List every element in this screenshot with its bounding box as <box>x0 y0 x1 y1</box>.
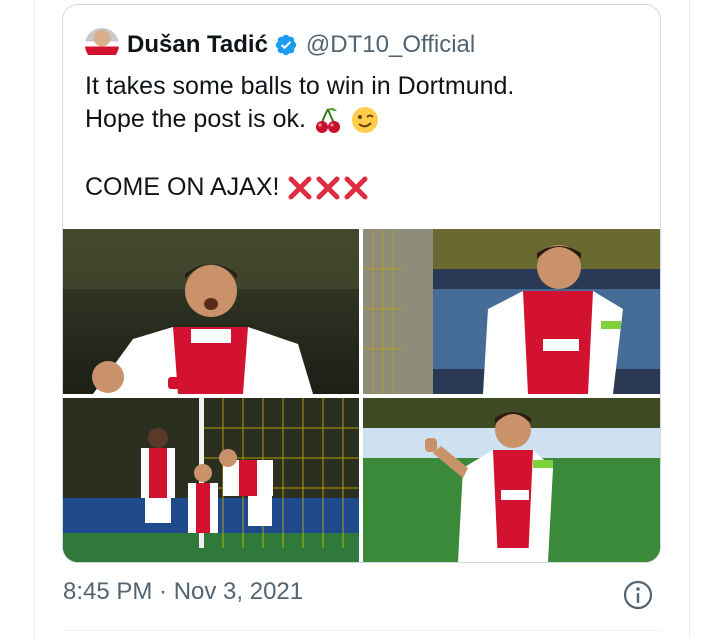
photo-player-celebrating[interactable] <box>63 229 359 394</box>
photo-player-smiling[interactable] <box>363 229 660 394</box>
tweet-line-2: Hope the post is ok. <box>85 103 645 136</box>
paragraph-break <box>85 136 645 171</box>
tweet-text: It takes some balls to win in Dortmund. … <box>85 70 645 204</box>
photo-player-pointing[interactable] <box>363 398 660 562</box>
quoted-tweet-card[interactable]: Dušan Tadić @DT10_Official It takes some… <box>62 4 661 563</box>
photo-team-by-goal[interactable] <box>63 398 359 562</box>
media-grid <box>63 229 660 562</box>
author-display-name[interactable]: Dušan Tadić <box>127 31 268 59</box>
tweet-line-3: COME ON AJAX! <box>85 171 645 204</box>
author-handle[interactable]: @DT10_Official <box>306 31 475 59</box>
tweet-line-2-text: Hope the post is ok. <box>85 105 306 133</box>
cherries-emoji <box>315 108 340 134</box>
tweet-line-3-text: COME ON AJAX! <box>85 173 280 201</box>
cross-mark-emoji <box>344 176 368 200</box>
tweet-line-1: It takes some balls to win in Dortmund. <box>85 72 515 100</box>
winking-face-emoji <box>351 107 378 134</box>
info-icon[interactable] <box>622 579 654 611</box>
author-avatar[interactable] <box>85 28 119 62</box>
cross-mark-emoji <box>288 176 312 200</box>
divider <box>62 630 662 631</box>
tweet-author-row[interactable]: Dušan Tadić @DT10_Official <box>85 27 475 63</box>
verified-badge-icon <box>275 34 297 56</box>
tweet-timestamp[interactable]: 8:45 PM · Nov 3, 2021 <box>63 578 303 606</box>
cross-mark-emoji <box>316 176 340 200</box>
